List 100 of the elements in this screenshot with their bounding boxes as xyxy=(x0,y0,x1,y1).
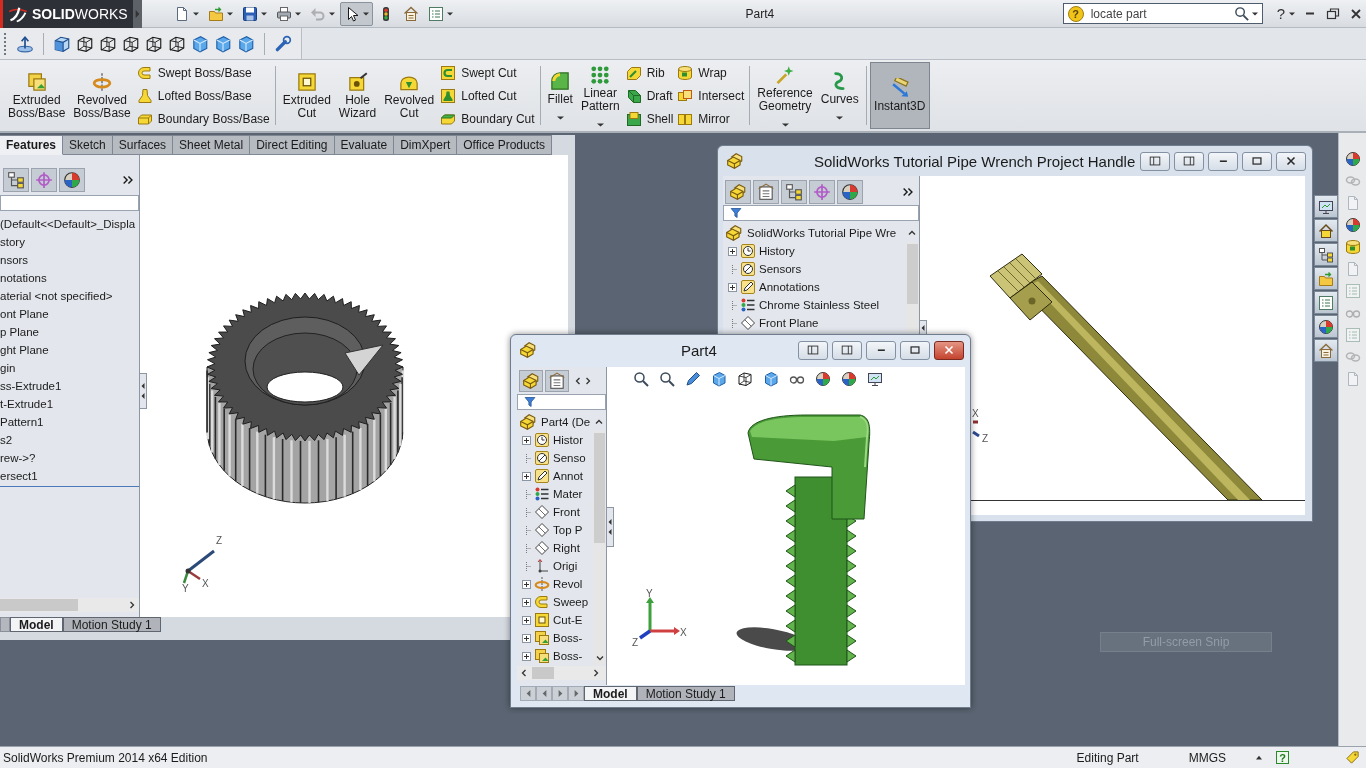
task-pane-tab[interactable] xyxy=(1313,339,1338,362)
expand-box-icon[interactable] xyxy=(522,597,531,607)
command-button[interactable]: Curves xyxy=(816,60,863,131)
tile-left-button[interactable] xyxy=(798,340,828,360)
command-button[interactable]: Linear Pattern xyxy=(576,60,624,131)
command-button[interactable]: Extruded Cut xyxy=(278,60,335,131)
scrollbar[interactable] xyxy=(517,666,606,680)
command-button[interactable]: Lofted Cut xyxy=(438,84,537,107)
scroll-thumb[interactable] xyxy=(594,433,605,543)
help-button[interactable]: ? xyxy=(1274,5,1297,22)
tree-item[interactable]: History xyxy=(759,245,795,257)
tree-item[interactable]: Origi xyxy=(553,560,578,572)
tab[interactable]: DimXpert xyxy=(394,135,458,155)
expand-box-icon[interactable] xyxy=(522,651,531,661)
tree-item[interactable]: p Plane xyxy=(0,323,139,341)
tree-item[interactable]: rew->? xyxy=(0,449,139,467)
command-button[interactable]: Swept Boss/Base xyxy=(134,61,272,84)
task-pane-tab[interactable] xyxy=(1313,195,1338,218)
shaded-cube-icon[interactable] xyxy=(763,371,779,387)
tab[interactable]: Features xyxy=(0,135,64,155)
color-ball-icon[interactable] xyxy=(815,371,831,387)
tab[interactable]: Motion Study 1 xyxy=(636,686,735,701)
search-field[interactable]: ? locate part xyxy=(1062,3,1263,24)
scroll-up-icon[interactable] xyxy=(908,229,916,237)
tree-item[interactable]: Top P xyxy=(553,524,583,536)
tree-item[interactable]: ersect1 xyxy=(0,467,139,485)
tree-item[interactable]: Annotations xyxy=(759,281,820,293)
tree-item[interactable]: SolidWorks Tutorial Pipe Wre xyxy=(747,227,897,239)
color-ball-icon[interactable] xyxy=(1344,217,1361,233)
filter-field[interactable] xyxy=(0,195,139,211)
units-label[interactable]: MMGS xyxy=(1188,750,1226,765)
panel-tab[interactable] xyxy=(545,370,569,392)
command-button[interactable]: Rib xyxy=(623,61,676,84)
panel-tab[interactable] xyxy=(725,179,751,204)
task-pane-tab[interactable] xyxy=(1313,267,1338,290)
command-button[interactable]: Hole Wizard xyxy=(334,60,381,131)
scroll-left-icon[interactable] xyxy=(520,669,528,677)
toggle-button[interactable]: Instant3D xyxy=(869,62,930,129)
tree-item[interactable]: ght Plane xyxy=(0,341,139,359)
command-button[interactable]: Intersect xyxy=(675,84,747,107)
panel-tab[interactable] xyxy=(809,179,835,204)
expand-box-icon[interactable] xyxy=(522,471,531,481)
scroll-thumb[interactable] xyxy=(532,667,554,679)
command-button[interactable]: Draft xyxy=(623,84,676,107)
expand-box-icon[interactable] xyxy=(728,282,737,292)
scrollbar[interactable] xyxy=(906,242,919,332)
tree-item[interactable]: Boss- xyxy=(553,632,583,644)
tree-item[interactable]: Histor xyxy=(553,434,584,446)
command-button[interactable]: Revolved Cut xyxy=(380,60,439,131)
scroll-right-icon[interactable] xyxy=(592,669,600,677)
command-button[interactable]: Reference Geometry xyxy=(753,60,817,131)
tile-left-button[interactable] xyxy=(1140,151,1170,171)
pen-icon[interactable] xyxy=(685,371,701,387)
tree-item[interactable]: Front xyxy=(553,506,580,518)
tree-item[interactable]: notations xyxy=(0,269,139,287)
filter-field[interactable] xyxy=(517,394,606,410)
panel-tab[interactable] xyxy=(3,168,29,192)
collapse-handle[interactable] xyxy=(607,507,614,547)
help-button[interactable]: ? xyxy=(1276,751,1289,764)
task-pane-tab[interactable] xyxy=(1313,219,1338,242)
tree-item[interactable]: Senso xyxy=(553,452,586,464)
panel-tab[interactable] xyxy=(59,168,85,192)
expand-box-icon[interactable] xyxy=(522,435,531,445)
expand-box-icon[interactable] xyxy=(522,579,531,589)
tree-item[interactable]: gin xyxy=(0,359,139,377)
tree-item[interactable]: Mater xyxy=(553,488,583,500)
filter-field[interactable] xyxy=(723,205,919,221)
nav-button[interactable] xyxy=(536,686,552,701)
task-pane-tab[interactable] xyxy=(1313,243,1338,266)
command-button[interactable]: Boundary Boss/Base xyxy=(134,107,272,130)
tree-item[interactable]: Pattern1 xyxy=(0,413,139,431)
search-input[interactable]: locate part xyxy=(1086,6,1231,21)
tree-item[interactable]: Chrome Stainless Steel xyxy=(759,299,880,311)
nav-button[interactable] xyxy=(568,686,584,701)
tab[interactable]: Sketch xyxy=(63,135,113,155)
expand-box-icon[interactable] xyxy=(728,246,737,256)
tree-item[interactable]: Boss- xyxy=(553,650,583,662)
toolbar-button[interactable] xyxy=(340,1,373,26)
color-ball-icon[interactable] xyxy=(1344,151,1361,167)
tree-item[interactable]: (Default<<Default>_Displa xyxy=(0,215,139,233)
task-pane-tab[interactable] xyxy=(1313,291,1338,314)
tile-right-button[interactable] xyxy=(1174,151,1204,171)
expand-box-icon[interactable] xyxy=(522,615,531,625)
wireframe-cube-icon[interactable] xyxy=(737,371,753,387)
tree-item[interactable]: aterial <not specified> xyxy=(0,287,139,305)
tree-item[interactable]: Sensors xyxy=(759,263,802,275)
command-button[interactable]: Shell xyxy=(623,107,676,130)
scrollbar[interactable] xyxy=(0,598,139,612)
scrollbar[interactable] xyxy=(593,431,606,665)
panel-tab[interactable] xyxy=(519,370,543,392)
tab[interactable]: Motion Study 1 xyxy=(62,617,161,632)
tree-item[interactable]: Cut-E xyxy=(553,614,583,626)
app-logo[interactable]: SOLIDWORKS xyxy=(0,0,133,28)
tree-item[interactable]: ss-Extrude1 xyxy=(0,377,139,395)
panel-tab[interactable] xyxy=(781,179,807,204)
tree-item[interactable]: ont Plane xyxy=(0,305,139,323)
scroll-down-icon[interactable] xyxy=(595,654,604,662)
command-button[interactable]: Boundary Cut xyxy=(438,107,537,130)
search-icon[interactable] xyxy=(633,371,649,387)
task-pane-tab[interactable] xyxy=(1313,315,1338,338)
